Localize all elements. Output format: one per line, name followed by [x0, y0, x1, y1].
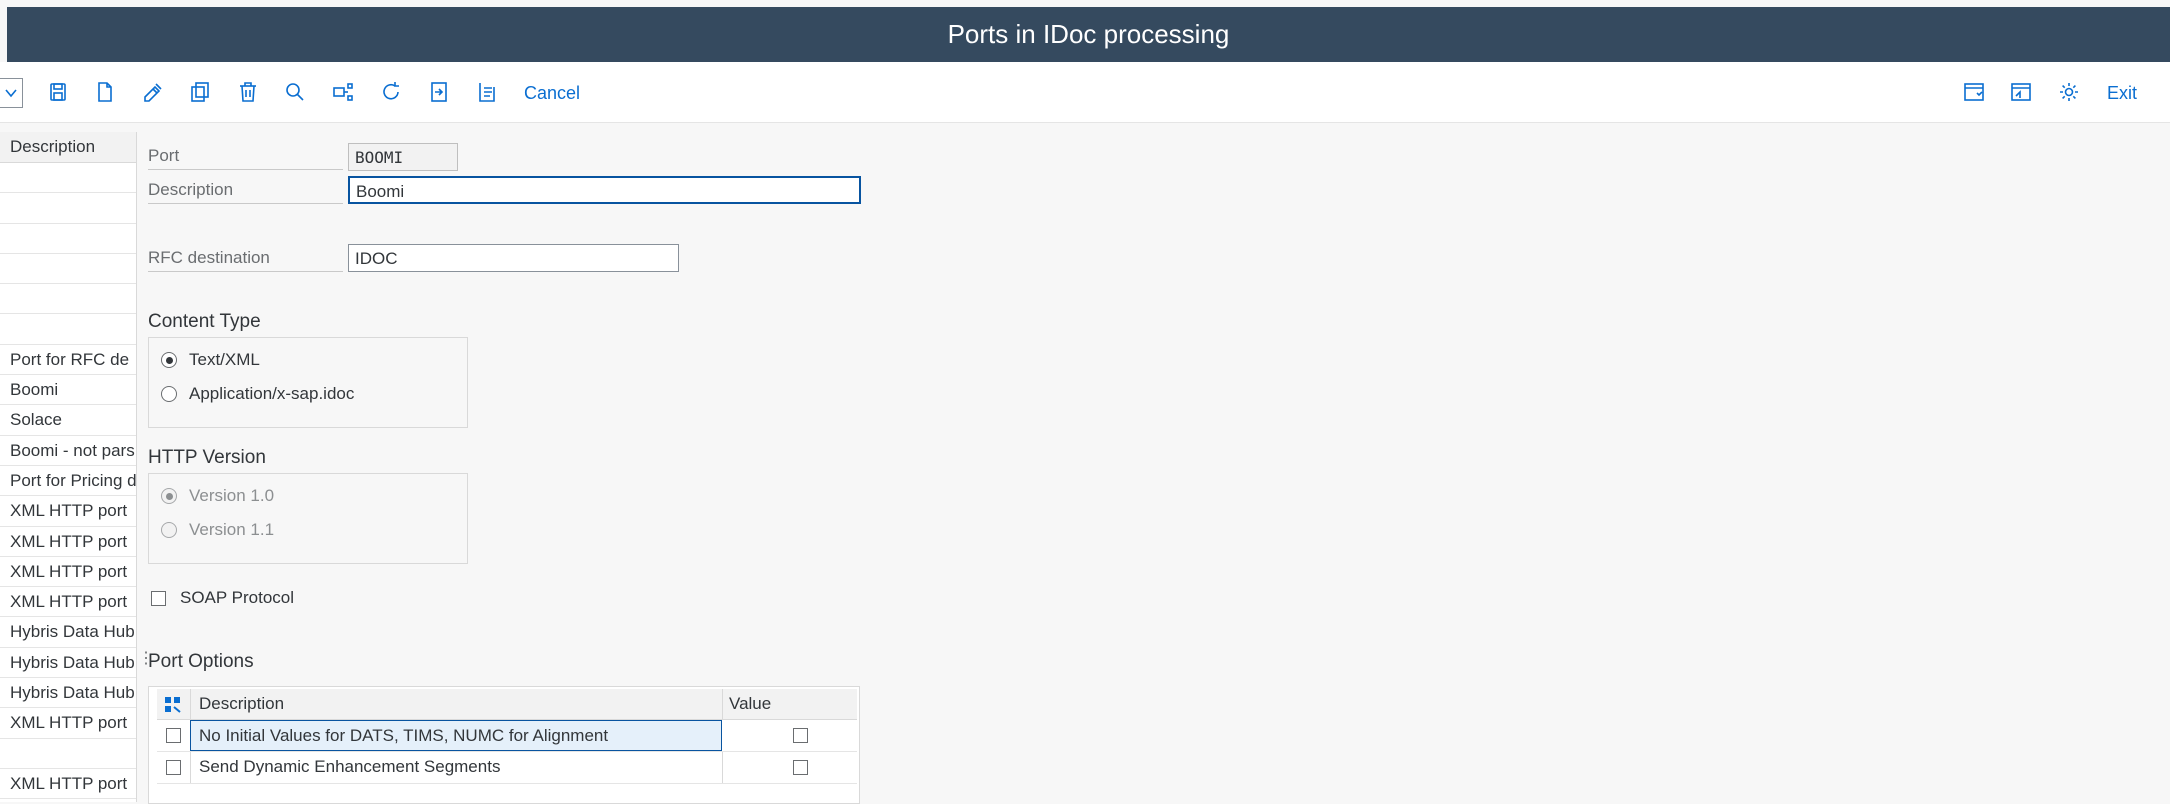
column-divider	[722, 752, 723, 783]
toolbar: Cancel Exit	[0, 62, 2170, 123]
description-label: Description	[148, 177, 343, 204]
settings-icon[interactable]	[2055, 78, 2083, 106]
list-item[interactable]: XML HTTP port	[0, 496, 136, 527]
row-description: No Initial Values for DATS, TIMS, NUMC f…	[199, 726, 609, 745]
column-divider	[190, 752, 191, 783]
port-field[interactable]: BOOMI	[348, 143, 458, 171]
port-list: Description Port for RFC de Boomi Solace…	[0, 132, 137, 802]
table-settings-icon[interactable]	[163, 695, 183, 715]
chevron-down-icon	[5, 89, 17, 98]
list-item[interactable]	[0, 314, 136, 345]
find-icon[interactable]	[281, 78, 309, 106]
list-item[interactable]	[0, 163, 136, 194]
row-description-cell[interactable]: No Initial Values for DATS, TIMS, NUMC f…	[190, 720, 722, 751]
http-version-title: HTTP Version	[148, 447, 266, 468]
radio-selected-icon[interactable]	[161, 352, 177, 368]
list-item[interactable]: XML HTTP port	[0, 527, 136, 557]
rfc-destination-label: RFC destination	[148, 245, 343, 272]
table-header: Description Value	[157, 689, 857, 720]
list-item[interactable]: Boomi	[0, 375, 136, 406]
list-item[interactable]	[0, 193, 136, 224]
content-type-option-label: Text/XML	[189, 350, 260, 369]
list-item[interactable]: Hybris Data Hub	[0, 678, 136, 709]
list-item[interactable]: Solace	[0, 405, 136, 436]
column-header-description[interactable]: Description	[199, 689, 284, 719]
list-item[interactable]	[0, 739, 136, 769]
http-version-option-1-1[interactable]: Version 1.1	[161, 520, 274, 540]
edit-icon[interactable]	[139, 78, 167, 106]
content-type-option-text-xml[interactable]: Text/XML	[161, 350, 260, 370]
content-type-group: Text/XML Application/x-sap.idoc	[148, 337, 468, 428]
import-icon[interactable]	[425, 78, 453, 106]
soap-protocol-checkbox-row[interactable]: SOAP Protocol	[151, 588, 294, 608]
delete-icon[interactable]	[234, 78, 262, 106]
radio-unselected-icon[interactable]	[161, 386, 177, 402]
display-icon[interactable]	[2007, 78, 2035, 106]
list-item[interactable]: XML HTTP port	[0, 587, 136, 618]
soap-protocol-label: SOAP Protocol	[180, 588, 295, 607]
window-title-bar: Ports in IDoc processing	[7, 7, 2170, 62]
list-item[interactable]: XML HTTP port	[0, 769, 136, 800]
column-divider	[722, 689, 723, 719]
port-label: Port	[148, 143, 343, 170]
where-used-icon[interactable]	[329, 78, 357, 106]
http-version-option-label: Version 1.0	[189, 486, 275, 505]
save-icon[interactable]	[44, 78, 72, 106]
row-description: Send Dynamic Enhancement Segments	[199, 757, 501, 776]
port-list-header[interactable]: Description	[0, 132, 136, 163]
window-title: Ports in IDoc processing	[947, 19, 1230, 49]
radio-unselected-icon[interactable]	[161, 522, 177, 538]
list-item[interactable]: Port for RFC de	[0, 345, 136, 376]
table-row[interactable]: Send Dynamic Enhancement Segments	[157, 752, 857, 784]
list-item[interactable]: Boomi - not pars	[0, 436, 136, 466]
list-item[interactable]: XML HTTP port	[0, 708, 136, 739]
command-field-dropdown[interactable]	[0, 78, 23, 108]
content-type-option-sap-idoc[interactable]: Application/x-sap.idoc	[161, 384, 354, 404]
list-item[interactable]	[0, 284, 136, 315]
new-session-icon[interactable]	[1960, 78, 1988, 106]
column-header-value[interactable]: Value	[729, 689, 771, 719]
port-options-table: Description Value No Initial Values for …	[148, 686, 860, 804]
column-divider	[190, 689, 191, 719]
list-item[interactable]: Port for Pricing d	[0, 466, 136, 497]
list-item[interactable]	[0, 254, 136, 285]
list-item[interactable]: Hybris Data Hub	[0, 648, 136, 679]
list-item[interactable]	[0, 224, 136, 254]
row-value-checkbox[interactable]	[793, 760, 808, 775]
cancel-button[interactable]: Cancel	[524, 80, 580, 106]
soap-protocol-checkbox[interactable]	[151, 590, 166, 606]
description-field[interactable]: Boomi	[348, 176, 861, 204]
http-version-option-1-0[interactable]: Version 1.0	[161, 486, 274, 506]
http-version-group: Version 1.0 Version 1.1	[148, 473, 468, 564]
port-options-title: Port Options	[148, 651, 254, 672]
new-icon[interactable]	[90, 78, 118, 106]
content-type-option-label: Application/x-sap.idoc	[189, 384, 355, 403]
http-version-option-label: Version 1.1	[189, 520, 275, 539]
list-item[interactable]: Hybris Data Hub	[0, 617, 136, 648]
rfc-destination-field[interactable]: IDOC	[348, 244, 679, 272]
table-row[interactable]: No Initial Values for DATS, TIMS, NUMC f…	[157, 720, 857, 752]
pane-splitter-handle[interactable]: ⋮	[138, 648, 154, 670]
row-select-checkbox[interactable]	[166, 760, 181, 775]
export-icon[interactable]	[473, 78, 501, 106]
radio-selected-icon[interactable]	[161, 488, 177, 504]
content-type-title: Content Type	[148, 311, 261, 332]
copy-icon[interactable]	[186, 78, 214, 106]
list-item[interactable]: XML HTTP port	[0, 557, 136, 588]
exit-button[interactable]: Exit	[2107, 80, 2137, 106]
row-select-checkbox[interactable]	[166, 728, 181, 743]
refresh-icon[interactable]	[377, 78, 405, 106]
row-value-checkbox[interactable]	[793, 728, 808, 743]
